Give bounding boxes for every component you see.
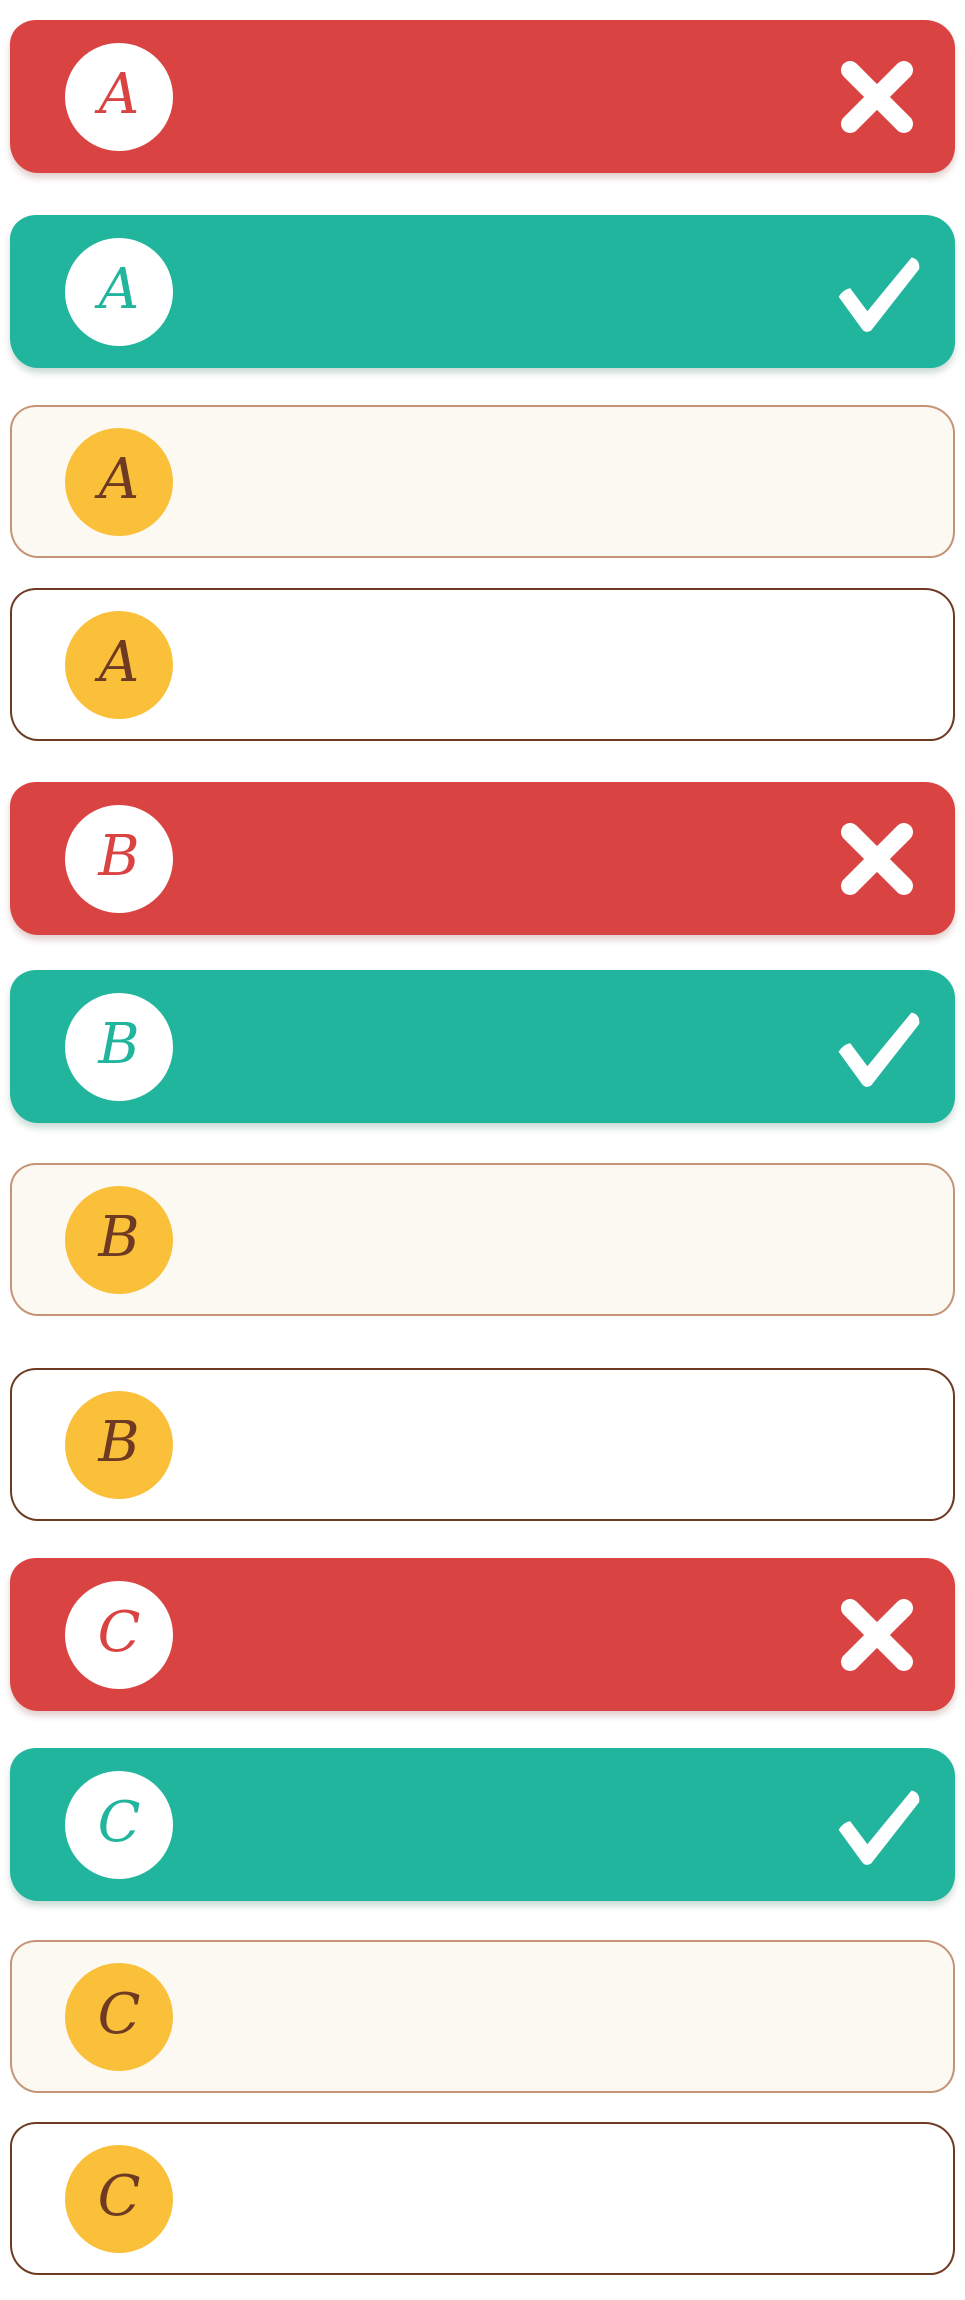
answer-option-b-correct[interactable]: B [10, 970, 955, 1123]
option-letter: C [97, 1599, 141, 1665]
option-letter: A [98, 629, 140, 695]
option-letter: C [97, 2163, 141, 2229]
answer-option-b-default[interactable]: B [10, 1368, 955, 1521]
option-letter: C [97, 1789, 141, 1855]
option-letter-badge: C [65, 2144, 173, 2253]
x-icon [829, 811, 925, 907]
check-icon [829, 999, 925, 1095]
option-letter: B [98, 1011, 140, 1077]
option-letter-badge: C [65, 1962, 173, 2071]
option-letter-badge: C [65, 1580, 173, 1689]
option-letter-badge: B [65, 1185, 173, 1294]
option-letter-badge: C [65, 1770, 173, 1879]
x-icon [829, 1587, 925, 1683]
option-letter: A [98, 256, 140, 322]
answer-option-c-wrong[interactable]: C [10, 1558, 955, 1711]
option-letter-badge: A [65, 427, 173, 536]
option-letter-badge: B [65, 804, 173, 913]
check-icon [829, 1777, 925, 1873]
option-letter: B [98, 1204, 140, 1270]
option-letter-badge: B [65, 992, 173, 1101]
option-letter: B [98, 823, 140, 889]
option-letter: C [97, 1981, 141, 2047]
answer-option-a-wrong[interactable]: A [10, 20, 955, 173]
answer-option-c-default[interactable]: C [10, 2122, 955, 2275]
option-letter: A [98, 61, 140, 127]
check-icon [829, 244, 925, 340]
answer-option-a-correct[interactable]: A [10, 215, 955, 368]
answer-option-a-hover[interactable]: A [10, 405, 955, 558]
answer-option-a-default[interactable]: A [10, 588, 955, 741]
option-letter: A [98, 446, 140, 512]
option-letter: B [98, 1409, 140, 1475]
x-icon [829, 49, 925, 145]
option-letter-badge: A [65, 237, 173, 346]
option-letter-badge: A [65, 610, 173, 719]
answer-option-b-hover[interactable]: B [10, 1163, 955, 1316]
option-letter-badge: B [65, 1390, 173, 1499]
answer-option-c-correct[interactable]: C [10, 1748, 955, 1901]
answer-option-c-hover[interactable]: C [10, 1940, 955, 2093]
answer-option-b-wrong[interactable]: B [10, 782, 955, 935]
option-letter-badge: A [65, 42, 173, 151]
